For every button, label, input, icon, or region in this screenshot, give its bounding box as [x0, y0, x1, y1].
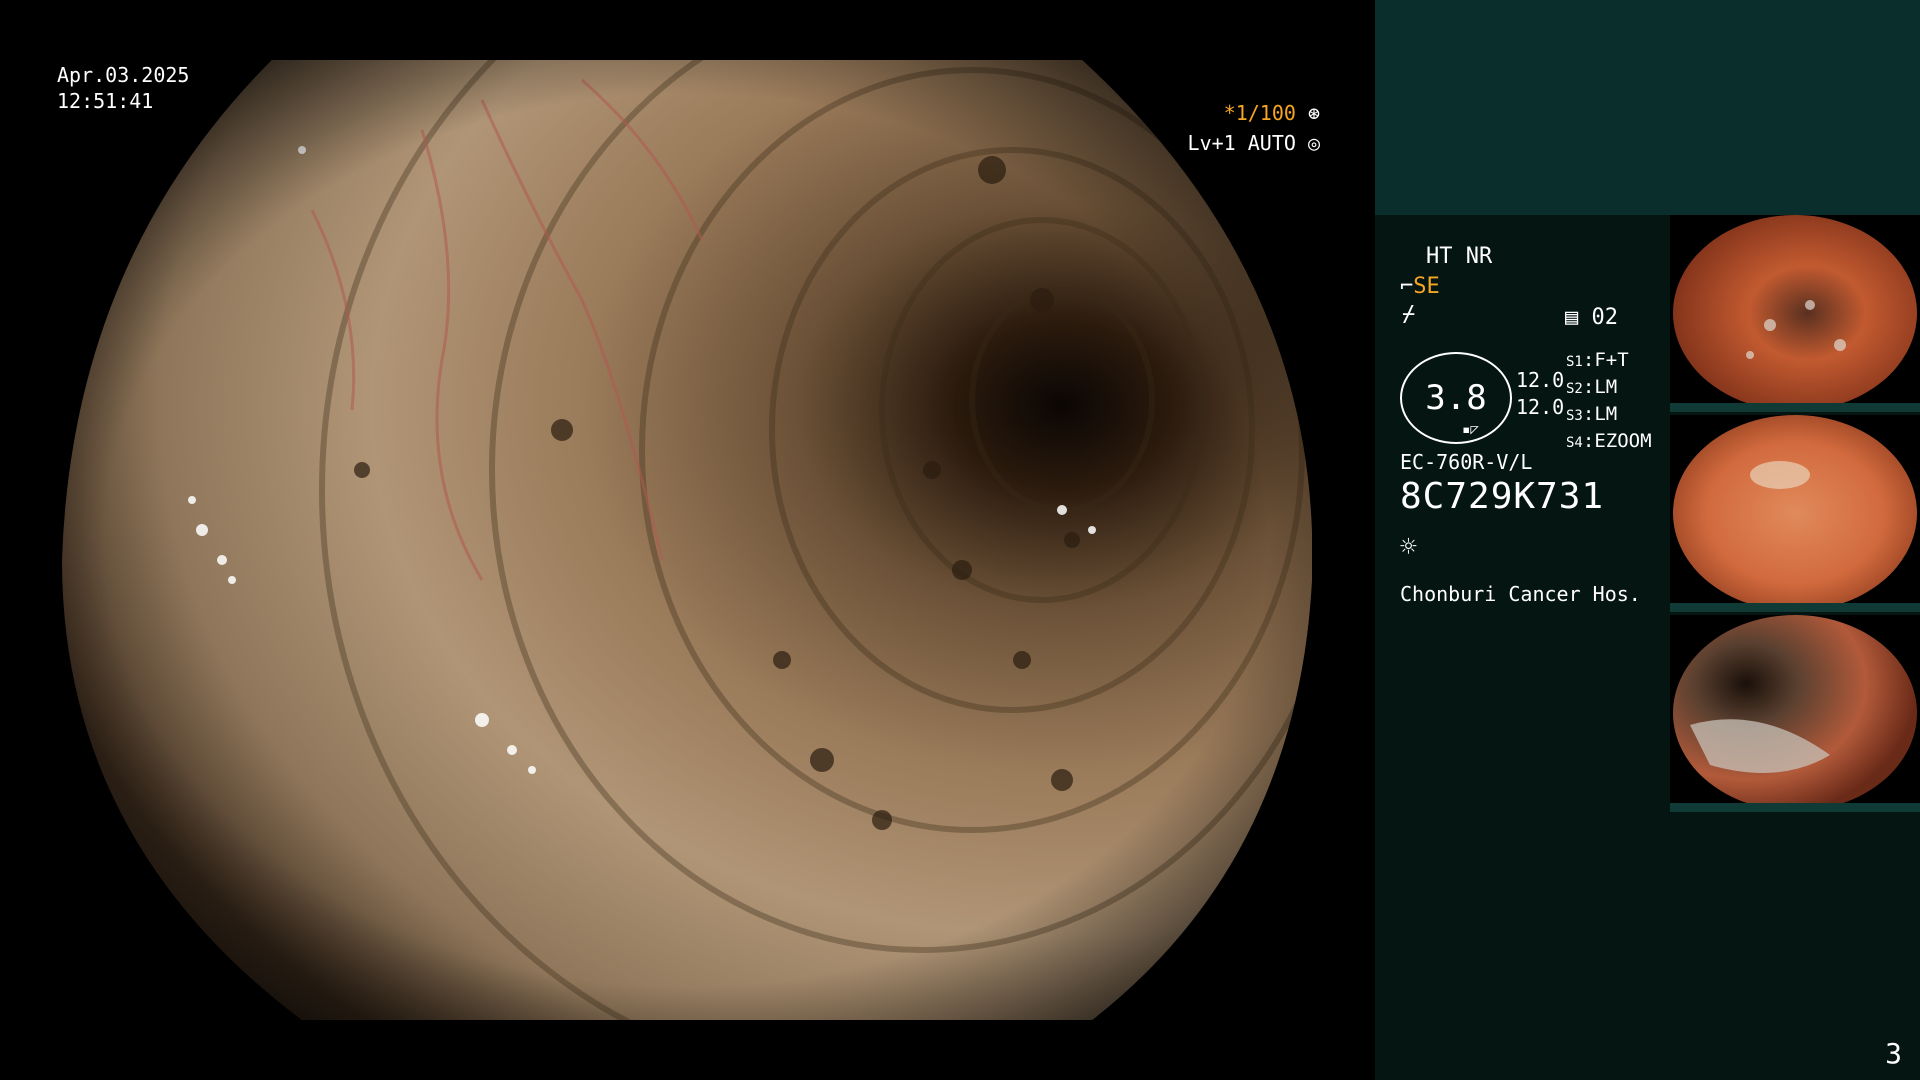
magnification-value: 3.8	[1425, 378, 1487, 418]
date-time-readout: Apr.03.2025 12:51:41	[57, 62, 189, 114]
panel-header-area	[1375, 0, 1920, 215]
light-brightness-icon: ☼	[1400, 530, 1417, 563]
value-1: 12.0	[1516, 368, 1565, 392]
memory-card-icon: ▤	[1565, 305, 1579, 330]
switch-list: S1:F+T S2:LM S3:LM S4:EZOOM	[1566, 348, 1652, 456]
hospital-name: Chonburi Cancer Hos.	[1400, 582, 1641, 606]
thumbnail-divider	[1670, 603, 1920, 612]
scope-model: EC-760R-V/L	[1400, 450, 1533, 474]
scope-tip-icon: ▪◸	[1462, 422, 1479, 438]
date-text: Apr.03.2025	[57, 63, 190, 87]
value-2: 12.0	[1516, 395, 1565, 419]
processor-settings: HT NR ⌐SE ⌿ ▤ 02 3.8 ▪◸ 12.0 12.0 S1:F+T…	[1400, 240, 1660, 620]
exposure-readout: *1/100 ⊛ Lv+1 AUTO ◎	[1188, 98, 1320, 158]
record-number: 02	[1591, 305, 1619, 330]
switch-item: S4:EZOOM	[1566, 430, 1652, 452]
time-text: 12:51:41	[57, 89, 154, 113]
mode-flags: HT NR	[1426, 244, 1493, 269]
shutter-speed-text: *1/100	[1223, 101, 1296, 125]
switch-item: S2:LM	[1566, 376, 1618, 398]
thumbnail-divider	[1670, 803, 1920, 812]
endoscope-view	[62, 60, 1312, 1020]
aperture-icon: ⊛	[1307, 101, 1320, 125]
thumbnail-3[interactable]	[1670, 615, 1920, 811]
page-number: 3	[1885, 1037, 1902, 1070]
switch-item: S3:LM	[1566, 403, 1618, 425]
thumbnail-1[interactable]	[1670, 215, 1920, 411]
iris-icon: ◎	[1307, 131, 1320, 155]
level-text: Lv+1 AUTO	[1187, 131, 1296, 155]
scope-serial: 8C729K731	[1400, 476, 1605, 517]
thumbnail-2[interactable]	[1670, 415, 1920, 611]
se-label: SE	[1413, 274, 1440, 299]
thumbnail-divider	[1670, 403, 1920, 412]
magnification-display: 3.8	[1400, 352, 1512, 444]
color-enhance-icon: ⌿	[1402, 302, 1416, 327]
switch-item: S1:F+T	[1566, 349, 1629, 371]
structure-enhance-icon: ⌐	[1400, 274, 1414, 299]
